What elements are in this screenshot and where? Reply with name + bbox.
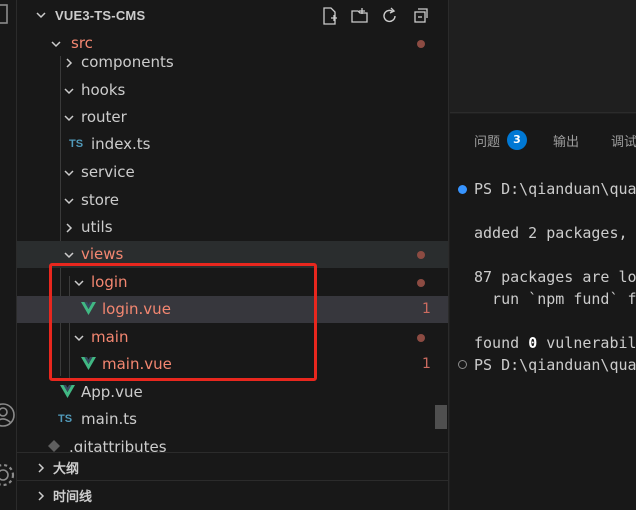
terminal-text: found — [474, 334, 529, 352]
outline-section-label: 大纲 — [53, 462, 80, 477]
explorer-header[interactable]: VUE3-TS-CMS — [17, 0, 448, 32]
collapse-all-icon[interactable] — [410, 6, 430, 26]
tree-label: utils — [81, 218, 113, 236]
tree-folder-service[interactable]: service — [17, 159, 448, 186]
files-icon[interactable] — [0, 2, 16, 28]
terminal-line: 87 packages are lo — [474, 268, 636, 286]
tree-label: router — [81, 108, 127, 126]
explorer-title: VUE3-TS-CMS — [55, 8, 146, 23]
settings-gear-icon[interactable] — [0, 462, 16, 488]
chevron-down-icon — [64, 252, 74, 259]
timeline-section-header[interactable]: 时间线 — [17, 480, 448, 510]
chevron-down-icon — [64, 115, 74, 122]
activity-bar — [0, 0, 17, 510]
chevron-down-icon — [64, 198, 74, 205]
typescript-file-icon: TS — [58, 413, 73, 425]
refresh-icon[interactable] — [380, 6, 400, 26]
tree-file-index-ts[interactable]: TS index.ts — [17, 131, 448, 158]
vue-file-icon — [60, 385, 75, 398]
new-file-icon[interactable] — [320, 6, 340, 26]
tab-debug-console[interactable]: 调试 — [611, 131, 636, 150]
problem-count-badge: 1 — [422, 356, 431, 372]
modified-dot — [417, 279, 425, 287]
terminal-line: PS D:\qianduan\qua — [474, 180, 636, 198]
terminal-line: found 0 vulnerabil — [474, 334, 636, 352]
panel-tabs: 问题 3 输出 调试 — [450, 114, 636, 164]
chevron-right-icon — [38, 463, 45, 473]
tree-file-app-vue[interactable]: App.vue — [17, 379, 448, 406]
account-icon[interactable] — [0, 402, 16, 428]
problems-count-badge: 3 — [507, 130, 527, 150]
tree-label: index.ts — [91, 135, 151, 153]
editor-area[interactable] — [450, 0, 636, 113]
command-success-dot — [458, 185, 467, 194]
chevron-right-icon — [66, 223, 73, 233]
annotation-highlight-box — [49, 263, 317, 381]
command-pending-dot — [458, 360, 467, 369]
explorer-scrollbar[interactable] — [435, 405, 447, 429]
tree-file-main-ts[interactable]: TS main.ts — [17, 406, 448, 433]
new-folder-icon[interactable] — [350, 6, 370, 26]
chevron-down-icon — [64, 88, 74, 95]
tree-folder-store[interactable]: store — [17, 187, 448, 214]
tree-folder-utils[interactable]: utils — [17, 214, 448, 241]
chevron-down-icon — [64, 170, 74, 177]
tree-label: service — [81, 163, 135, 181]
tree-folder-components[interactable]: components — [17, 49, 448, 76]
outline-section-header[interactable]: 大纲 — [17, 452, 448, 479]
tree-folder-hooks[interactable]: hooks — [17, 77, 448, 104]
tree-label: store — [81, 191, 119, 209]
tree-label: components — [81, 53, 174, 71]
terminal-line: added 2 packages, — [474, 224, 628, 242]
chevron-right-icon — [38, 491, 45, 501]
tree-label: App.vue — [81, 383, 143, 401]
modified-dot — [417, 334, 425, 342]
modified-dot — [417, 251, 425, 259]
problem-count-badge: 1 — [422, 301, 431, 317]
tab-problems[interactable]: 问题 — [474, 131, 500, 150]
chevron-right-icon — [66, 58, 73, 68]
chevron-down-icon[interactable] — [35, 9, 47, 21]
explorer-sidebar: VUE3-TS-CMS src components hooks router … — [17, 0, 449, 510]
git-file-icon — [48, 440, 60, 452]
vulnerability-count: 0 — [528, 334, 538, 352]
terminal-line: run `npm fund` f — [474, 290, 636, 308]
tree-label: hooks — [81, 81, 126, 99]
terminal-text: vulnerabil — [537, 334, 636, 352]
tree-folder-router[interactable]: router — [17, 104, 448, 131]
typescript-file-icon: TS — [69, 138, 84, 150]
tree-label: main.ts — [81, 410, 137, 428]
timeline-section-label: 时间线 — [53, 490, 93, 505]
bottom-panel: 问题 3 输出 调试 — [450, 114, 636, 510]
modified-dot — [417, 40, 425, 48]
terminal-line: PS D:\qianduan\qua — [474, 356, 636, 374]
tab-output[interactable]: 输出 — [553, 131, 579, 150]
